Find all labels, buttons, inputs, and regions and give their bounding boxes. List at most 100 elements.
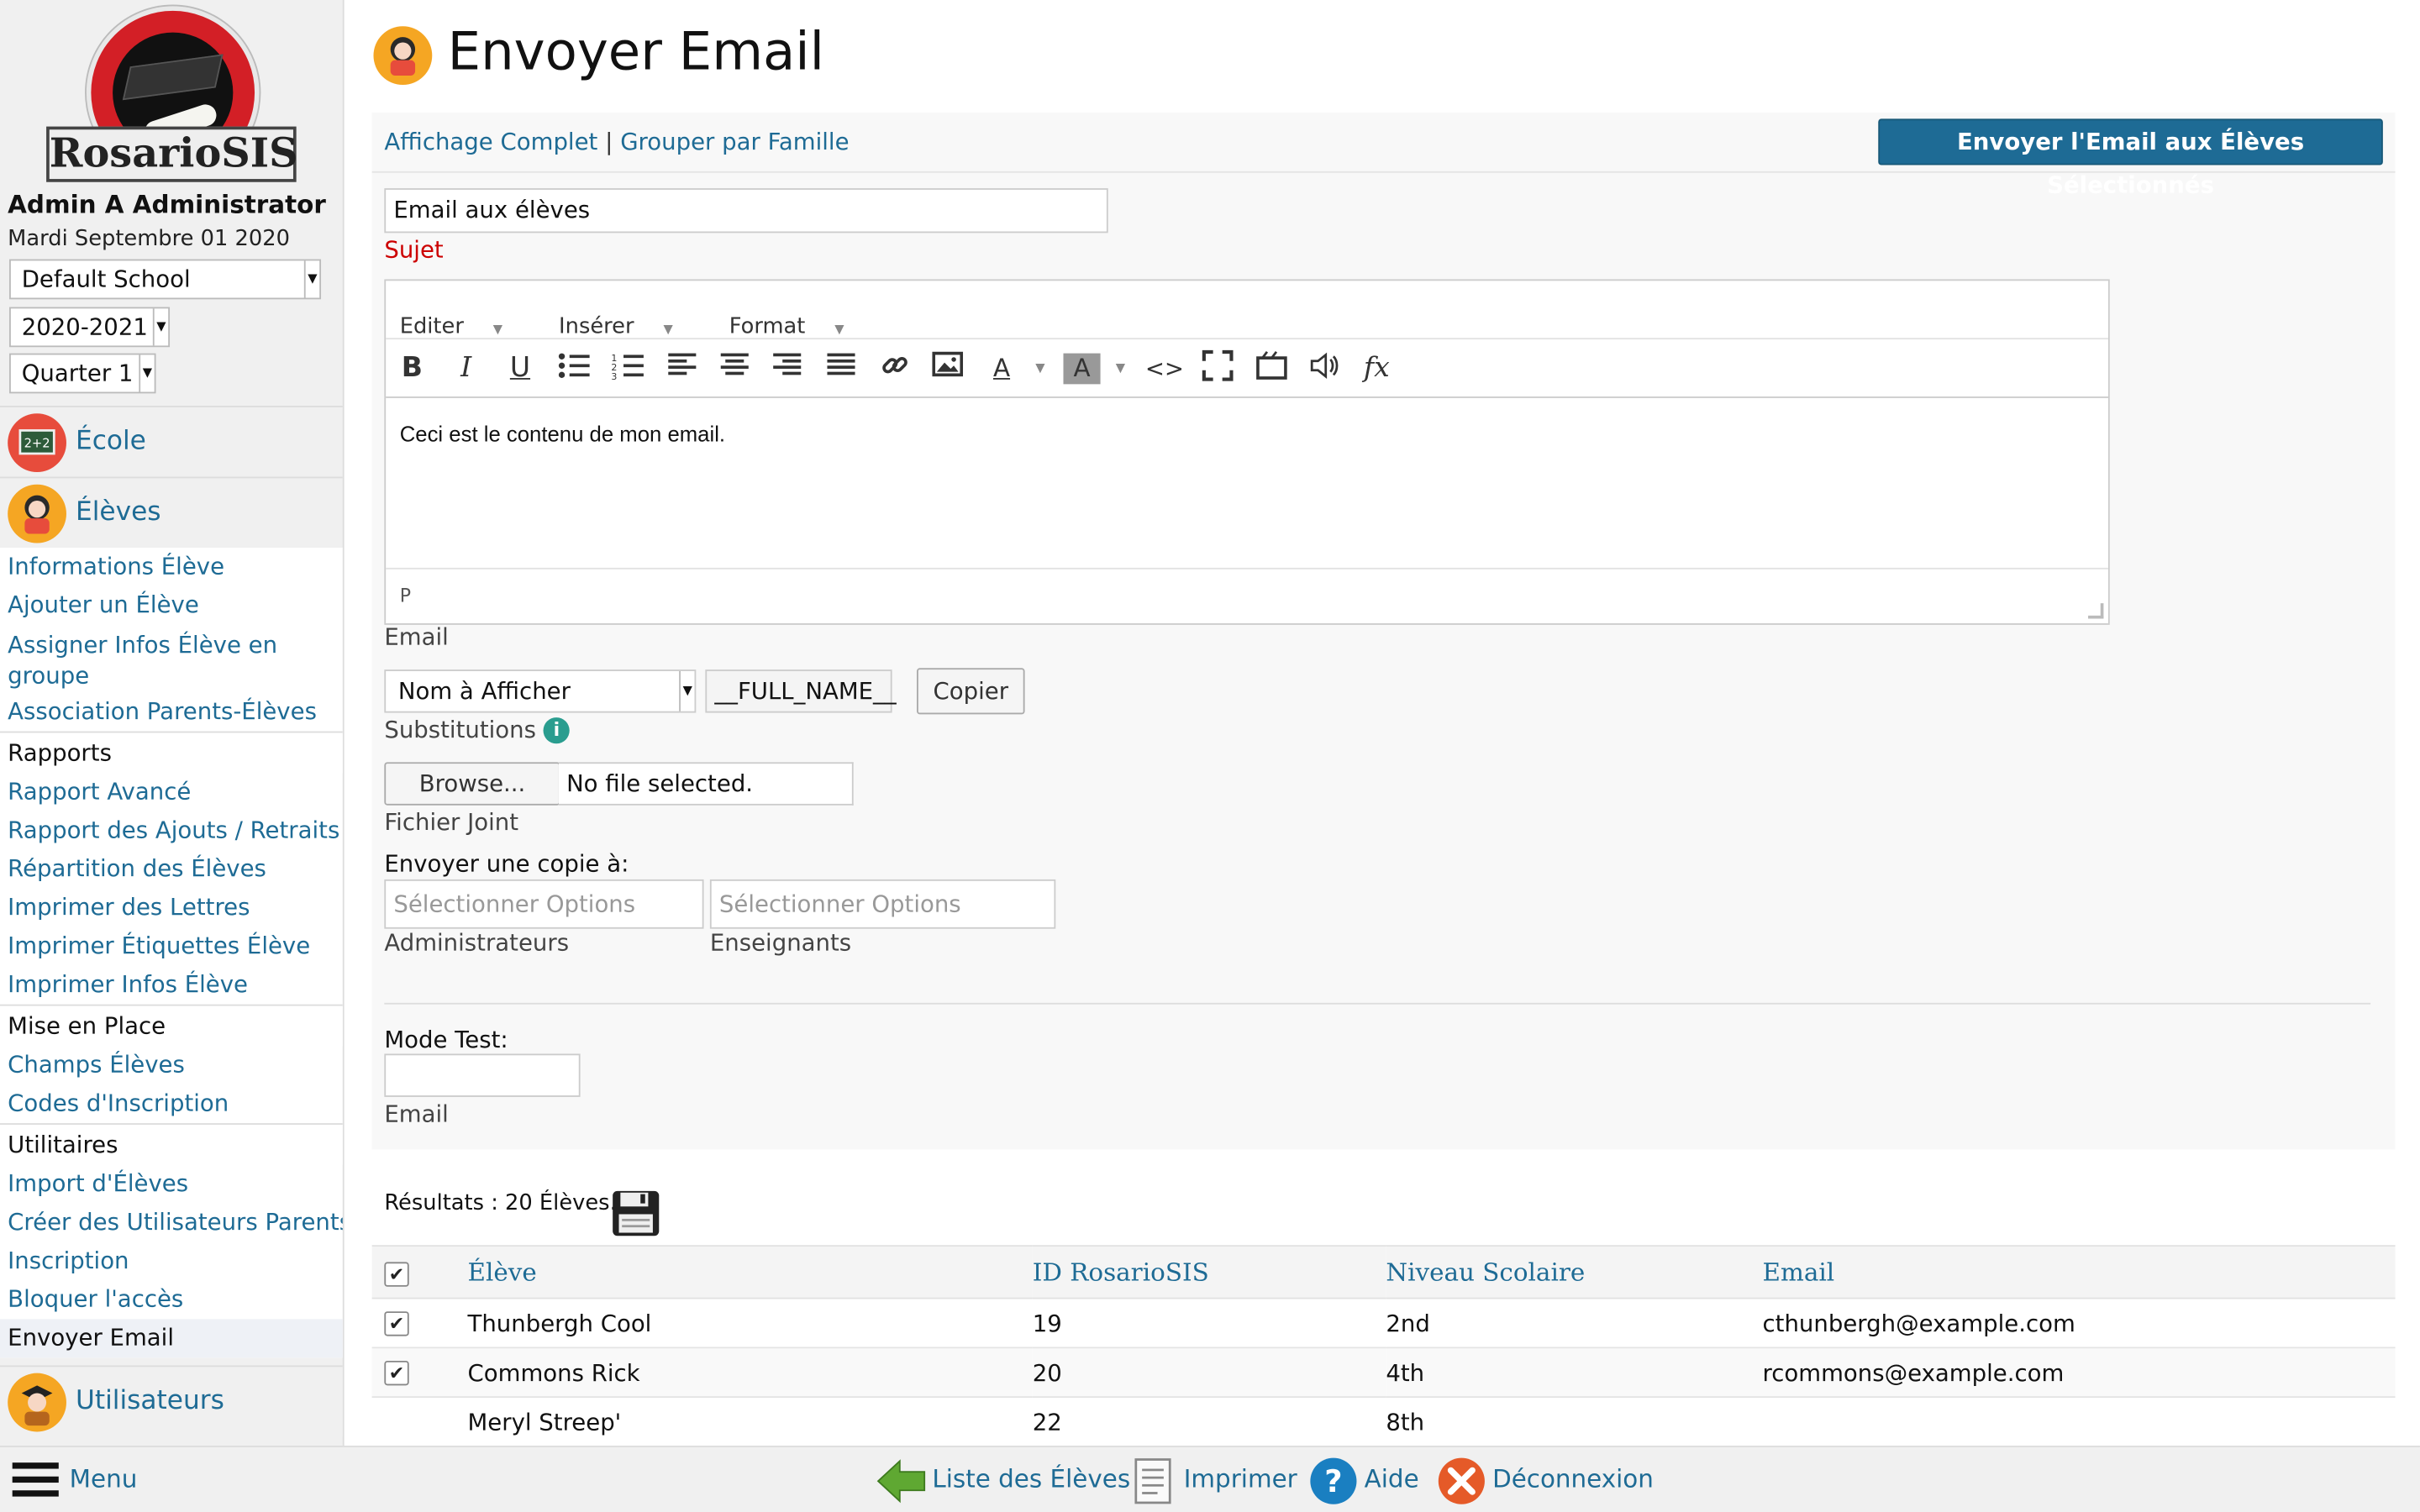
- chevron-down-icon[interactable]: ▼: [1022, 350, 1059, 387]
- file-name-display: No file selected.: [558, 762, 854, 806]
- full-view-link[interactable]: Affichage Complet: [384, 128, 597, 155]
- cc-teachers-select[interactable]: Sélectionner Options: [709, 879, 1056, 929]
- menu-item-print-info[interactable]: Imprimer Infos Élève: [0, 966, 343, 1005]
- results-summary: Résultats : 20 Élèves.: [384, 1190, 617, 1216]
- menu-item-access-lock[interactable]: Bloquer l'accès: [0, 1280, 343, 1319]
- menu-item-parents-students[interactable]: Association Parents-Élèves: [0, 693, 343, 732]
- hamburger-menu-icon[interactable]: [12, 1462, 59, 1499]
- menu-item-student-breakdown[interactable]: Répartition des Élèves: [0, 850, 343, 889]
- quarter-select[interactable]: Quarter 1 ▼: [9, 353, 156, 394]
- speaker-icon[interactable]: [1306, 350, 1343, 387]
- table-row: Meryl Streep' 22 8th: [371, 1397, 2396, 1446]
- menu-item-advanced-report[interactable]: Rapport Avancé: [0, 773, 343, 811]
- column-header-email[interactable]: Email: [1762, 1245, 2396, 1299]
- cc-admins-select[interactable]: Sélectionner Options: [384, 879, 704, 929]
- media-icon[interactable]: [1253, 350, 1290, 387]
- attachment-label: Fichier Joint: [384, 808, 519, 837]
- resize-handle-icon[interactable]: [2088, 603, 2104, 619]
- chevron-down-icon: ▼: [834, 322, 844, 337]
- test-email-input[interactable]: [384, 1053, 581, 1097]
- menu-item-add-drop-report[interactable]: Rapport des Ajouts / Retraits: [0, 811, 343, 850]
- print-button[interactable]: Imprimer: [1128, 1453, 1297, 1505]
- editor-menu-edit[interactable]: Editer ▼: [400, 297, 528, 339]
- module-users[interactable]: Utilisateurs: [0, 1365, 343, 1436]
- group-by-family-link[interactable]: Grouper par Famille: [620, 128, 849, 155]
- row-checkbox[interactable]: ✔: [384, 1311, 409, 1336]
- menu-item-print-letters[interactable]: Imprimer des Lettres: [0, 889, 343, 927]
- help-icon: ?: [1309, 1456, 1359, 1505]
- send-email-button[interactable]: Envoyer l'Email aux Élèves Sélectionnés: [1878, 118, 2383, 199]
- module-students[interactable]: Élèves: [0, 476, 343, 548]
- logout-button[interactable]: Déconnexion: [1437, 1453, 1654, 1505]
- align-justify-icon[interactable]: [823, 350, 860, 387]
- italic-icon[interactable]: I: [448, 350, 485, 387]
- student-id: 22: [1032, 1397, 1386, 1446]
- copy-button[interactable]: Copier: [916, 668, 1025, 715]
- substitution-token[interactable]: __FULL_NAME__: [705, 669, 897, 713]
- year-select[interactable]: 2020-2021 ▼: [9, 307, 171, 348]
- select-all-checkbox[interactable]: ✔: [384, 1261, 409, 1286]
- link-icon[interactable]: [876, 350, 913, 387]
- substitution-select-value: Nom à Afficher: [397, 677, 571, 706]
- image-icon[interactable]: [929, 350, 966, 387]
- table-row: ✔ Commons Rick 20 4th rcommons@example.c…: [371, 1347, 2396, 1399]
- module-label: Utilisateurs: [75, 1385, 224, 1417]
- menu-item-import-students[interactable]: Import d'Élèves: [0, 1165, 343, 1204]
- bullet-list-icon[interactable]: [555, 350, 592, 387]
- align-left-icon[interactable]: [664, 350, 701, 387]
- help-label: Aide: [1364, 1464, 1419, 1494]
- info-icon[interactable]: i: [543, 717, 571, 744]
- editor-content[interactable]: Ceci est le contenu de mon email.: [386, 398, 2108, 568]
- background-color-icon[interactable]: A: [1063, 353, 1101, 385]
- save-icon[interactable]: [611, 1189, 660, 1237]
- row-checkbox-cell: [371, 1397, 468, 1446]
- admins-label: Administrateurs: [384, 928, 570, 957]
- student-grade: 4th: [1386, 1347, 1763, 1399]
- chevron-down-icon: ▼: [492, 322, 503, 337]
- chevron-down-icon[interactable]: ▼: [1102, 350, 1139, 387]
- test-email-label: Email: [384, 1100, 449, 1128]
- menu-button[interactable]: Menu: [70, 1453, 138, 1505]
- menu-item-student-info[interactable]: Informations Élève: [0, 548, 343, 586]
- menu-item-add-student[interactable]: Ajouter un Élève: [0, 586, 343, 625]
- column-header-student[interactable]: Élève: [467, 1245, 1033, 1299]
- link-separator: |: [605, 128, 613, 156]
- editor-menu-insert[interactable]: Insérer ▼: [559, 297, 697, 339]
- underline-icon[interactable]: U: [502, 350, 539, 387]
- source-code-icon[interactable]: <>: [1145, 350, 1184, 387]
- module-school[interactable]: 2+2 École: [0, 406, 343, 476]
- text-color-icon[interactable]: A: [983, 350, 1020, 387]
- menu-header-utilities: Utilitaires: [0, 1123, 343, 1165]
- student-list-label: Liste des Élèves: [932, 1464, 1131, 1494]
- menu-item-student-fields[interactable]: Champs Élèves: [0, 1046, 343, 1084]
- student-id: 20: [1032, 1347, 1386, 1399]
- row-checkbox[interactable]: ✔: [384, 1360, 409, 1386]
- align-right-icon[interactable]: [769, 350, 806, 387]
- menu-item-mass-assign[interactable]: Assigner Infos Élève en groupe: [0, 625, 343, 693]
- bottom-bar: Menu Liste des Élèves Imprimer ? Aide Dé…: [0, 1445, 2420, 1512]
- subject-input[interactable]: Email aux élèves: [384, 188, 1108, 234]
- menu-item-enrollment-codes[interactable]: Codes d'Inscription: [0, 1084, 343, 1123]
- rosariosis-logo[interactable]: RosarioSIS: [46, 6, 298, 182]
- student-email: [1762, 1397, 2396, 1446]
- menu-item-print-labels[interactable]: Imprimer Étiquettes Élève: [0, 927, 343, 966]
- column-header-grade[interactable]: Niveau Scolaire: [1386, 1245, 1763, 1299]
- rich-text-editor: Editer ▼ Insérer ▼ Format ▼ B I U 123 A …: [384, 279, 2110, 625]
- formula-icon[interactable]: fx: [1358, 350, 1395, 387]
- logout-label: Déconnexion: [1492, 1464, 1654, 1494]
- menu-item-registration[interactable]: Inscription: [0, 1242, 343, 1281]
- student-list-button[interactable]: Liste des Élèves: [876, 1453, 1130, 1505]
- column-header-id[interactable]: ID RosarioSIS: [1032, 1245, 1386, 1299]
- substitution-select[interactable]: Nom à Afficher ▼: [384, 669, 697, 713]
- fullscreen-icon[interactable]: [1199, 349, 1236, 387]
- bold-icon[interactable]: B: [393, 350, 430, 387]
- numbered-list-icon[interactable]: 123: [609, 350, 646, 387]
- editor-menu-format[interactable]: Format ▼: [729, 297, 869, 339]
- help-button[interactable]: ? Aide: [1309, 1453, 1419, 1505]
- align-center-icon[interactable]: [716, 350, 753, 387]
- menu-item-send-email[interactable]: Envoyer Email: [0, 1319, 343, 1358]
- school-select[interactable]: Default School ▼: [9, 259, 322, 300]
- browse-button[interactable]: Browse...: [384, 762, 560, 806]
- menu-item-create-parents[interactable]: Créer des Utilisateurs Parents: [0, 1204, 343, 1242]
- student-name: Thunbergh Cool: [467, 1298, 1033, 1349]
